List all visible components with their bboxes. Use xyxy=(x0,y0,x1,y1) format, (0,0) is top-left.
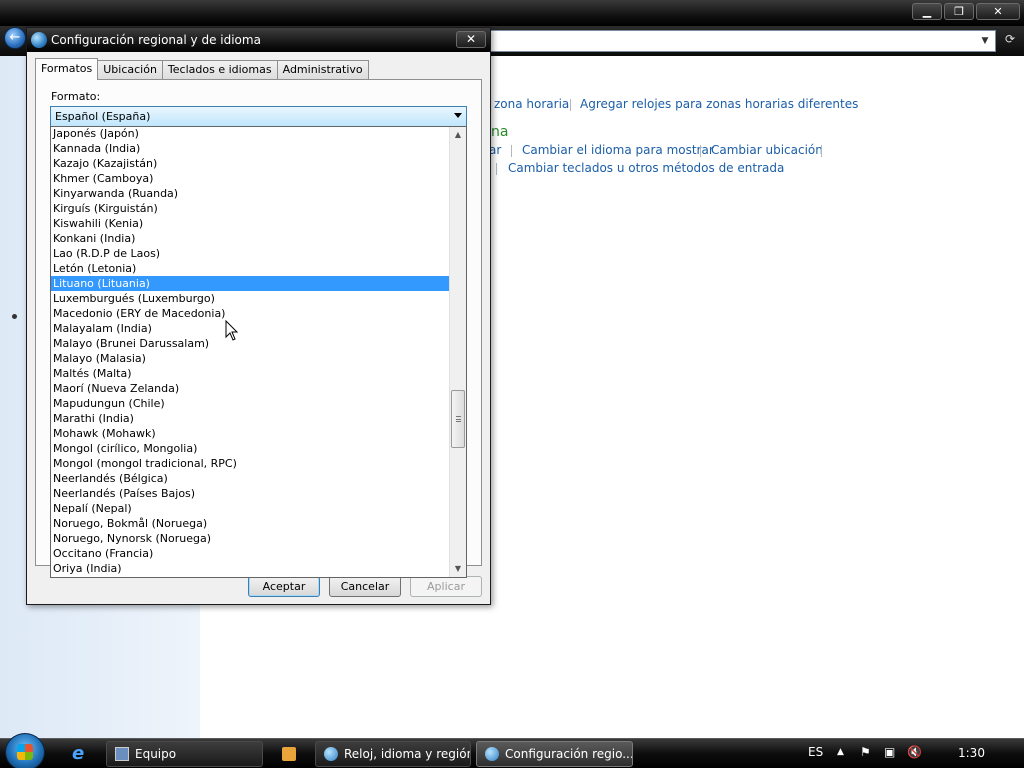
globe-icon xyxy=(485,747,499,761)
chevron-down-icon[interactable]: ▼ xyxy=(977,32,993,50)
link-agregar-relojes[interactable]: Agregar relojes para zonas horarias dife… xyxy=(580,97,858,111)
dialog-titlebar: Configuración regional y de idioma ✕ xyxy=(27,28,490,52)
tab-teclados-idiomas[interactable]: Teclados e idiomas xyxy=(161,60,278,80)
window-controls: ▁ ❐ ✕ xyxy=(912,3,1020,20)
separator xyxy=(821,145,822,157)
format-option[interactable]: Macedonio (ERY de Macedonia) xyxy=(51,306,449,321)
scrollbar-thumb[interactable] xyxy=(451,390,465,448)
network-icon[interactable]: ▣ xyxy=(884,745,895,759)
dialog-tabs: Formatos Ubicación Teclados e idiomas Ad… xyxy=(35,58,369,80)
format-option[interactable]: Maltés (Malta) xyxy=(51,366,449,381)
format-option[interactable]: Mongol (cirílico, Mongolia) xyxy=(51,441,449,456)
dialog-close-button[interactable]: ✕ xyxy=(456,31,486,48)
format-dropdown-list[interactable]: Japonés (Japón) Kannada (India) Kazajo (Ka… xyxy=(50,126,467,578)
separator xyxy=(570,99,571,111)
close-window-button[interactable]: ✕ xyxy=(976,3,1020,20)
separator xyxy=(700,145,701,157)
cancel-button[interactable]: Cancelar xyxy=(329,576,401,597)
link-cambiar-idioma[interactable]: Cambiar el idioma para mostrar xyxy=(522,143,714,157)
format-label: Formato: xyxy=(51,90,101,103)
format-option[interactable]: Kannada (India) xyxy=(51,141,449,156)
format-option[interactable]: Japonés (Japón) xyxy=(51,127,449,141)
action-center-flag-icon[interactable]: ⚑ xyxy=(860,745,871,759)
format-option[interactable]: Mongol (mongol tradicional, RPC) xyxy=(51,456,449,471)
format-select[interactable]: Español (España) xyxy=(50,106,467,127)
mouse-cursor-icon xyxy=(225,320,239,341)
accept-button[interactable]: Aceptar xyxy=(248,576,320,597)
format-option[interactable]: Kinyarwanda (Ruanda) xyxy=(51,186,449,201)
format-option[interactable]: Khmer (Camboya) xyxy=(51,171,449,186)
format-option[interactable]: Marathi (India) xyxy=(51,411,449,426)
separator xyxy=(496,163,497,175)
grip-icon xyxy=(456,416,461,422)
restore-button[interactable]: ❐ xyxy=(944,3,974,20)
taskbar: e Equipo Reloj, idioma y región Configur… xyxy=(0,733,1024,768)
format-option[interactable]: Noruego, Nynorsk (Noruega) xyxy=(51,531,449,546)
dialog-title: Configuración regional y de idioma xyxy=(51,33,261,47)
dropdown-scrollbar[interactable]: ▲ ▼ xyxy=(449,127,466,577)
start-button[interactable] xyxy=(5,733,45,768)
tab-formatos[interactable]: Formatos xyxy=(35,58,99,80)
format-option[interactable]: Noruego, Bokmål (Noruega) xyxy=(51,516,449,531)
tab-ubicacion[interactable]: Ubicación xyxy=(97,60,163,80)
format-option[interactable]: Konkani (India) xyxy=(51,231,449,246)
format-option[interactable]: Malayo (Brunei Darussalam) xyxy=(51,336,449,351)
media-player-icon[interactable] xyxy=(282,747,296,761)
format-option[interactable]: Lituano (Lituania) xyxy=(51,276,449,291)
task-label: Configuración regio... xyxy=(505,747,633,761)
minimize-button[interactable]: ▁ xyxy=(912,3,942,20)
clock[interactable]: 1:30 xyxy=(958,746,985,760)
show-hidden-icons-icon[interactable]: ▲ xyxy=(837,747,844,757)
link-cambiar-teclados[interactable]: Cambiar teclados u otros métodos de entr… xyxy=(508,161,784,175)
address-input[interactable]: ▼ xyxy=(490,30,996,52)
control-panel-titlebar: ▁ ❐ ✕ xyxy=(0,0,1024,26)
task-configuracion-regional[interactable]: Configuración regio... xyxy=(476,741,633,767)
format-option[interactable]: Neerlandés (Bélgica) xyxy=(51,471,449,486)
language-indicator[interactable]: ES xyxy=(808,745,823,759)
section-heading: na xyxy=(491,124,509,140)
tab-administrativo[interactable]: Administrativo xyxy=(276,60,369,80)
format-option[interactable]: Luxemburgués (Luxemburgo) xyxy=(51,291,449,306)
bullet-icon xyxy=(12,314,17,319)
format-option[interactable]: Maorí (Nueva Zelanda) xyxy=(51,381,449,396)
scroll-up-icon[interactable]: ▲ xyxy=(450,127,466,143)
back-arrow-icon[interactable]: ← xyxy=(4,27,26,49)
dropdown-options: Japonés (Japón) Kannada (India) Kazajo (Ka… xyxy=(51,127,449,576)
link-cambiar-ubicacion[interactable]: Cambiar ubicación xyxy=(711,143,823,157)
format-option[interactable]: Kirguís (Kirguistán) xyxy=(51,201,449,216)
apply-button[interactable]: Aplicar xyxy=(410,576,482,597)
format-option[interactable]: Mohawk (Mohawk) xyxy=(51,426,449,441)
task-equipo[interactable]: Equipo xyxy=(106,741,263,767)
format-option[interactable]: Kiswahili (Kenia) xyxy=(51,216,449,231)
task-label: Equipo xyxy=(135,747,177,761)
computer-icon xyxy=(115,747,129,761)
link-zona-horaria[interactable]: zona horaria xyxy=(494,97,569,111)
windows-logo-icon xyxy=(17,744,33,760)
format-option[interactable]: Mapudungun (Chile) xyxy=(51,396,449,411)
task-label: Reloj, idioma y región xyxy=(344,747,471,761)
format-option[interactable]: Lao (R.D.P de Laos) xyxy=(51,246,449,261)
task-reloj-idioma-region[interactable]: Reloj, idioma y región xyxy=(315,741,471,767)
format-option[interactable]: Malayalam (India) xyxy=(51,321,449,336)
format-option[interactable]: Letón (Letonia) xyxy=(51,261,449,276)
globe-icon xyxy=(324,747,338,761)
format-option[interactable]: Nepalí (Nepal) xyxy=(51,501,449,516)
separator xyxy=(511,145,512,157)
format-option[interactable]: Neerlandés (Países Bajos) xyxy=(51,486,449,501)
format-option[interactable]: Occitano (Francia) xyxy=(51,546,449,561)
chevron-down-icon[interactable] xyxy=(454,113,462,118)
scroll-down-icon[interactable]: ▼ xyxy=(450,561,466,577)
format-option[interactable]: Malayo (Malasia) xyxy=(51,351,449,366)
refresh-icon[interactable]: ⟳ xyxy=(1000,32,1020,50)
internet-explorer-icon[interactable]: e xyxy=(72,745,90,763)
globe-icon xyxy=(31,32,47,48)
format-select-value: Español (España) xyxy=(55,110,151,123)
format-option[interactable]: Oriya (India) xyxy=(51,561,449,576)
volume-muted-icon[interactable]: 🔇 xyxy=(907,745,922,759)
format-option[interactable]: Kazajo (Kazajistán) xyxy=(51,156,449,171)
